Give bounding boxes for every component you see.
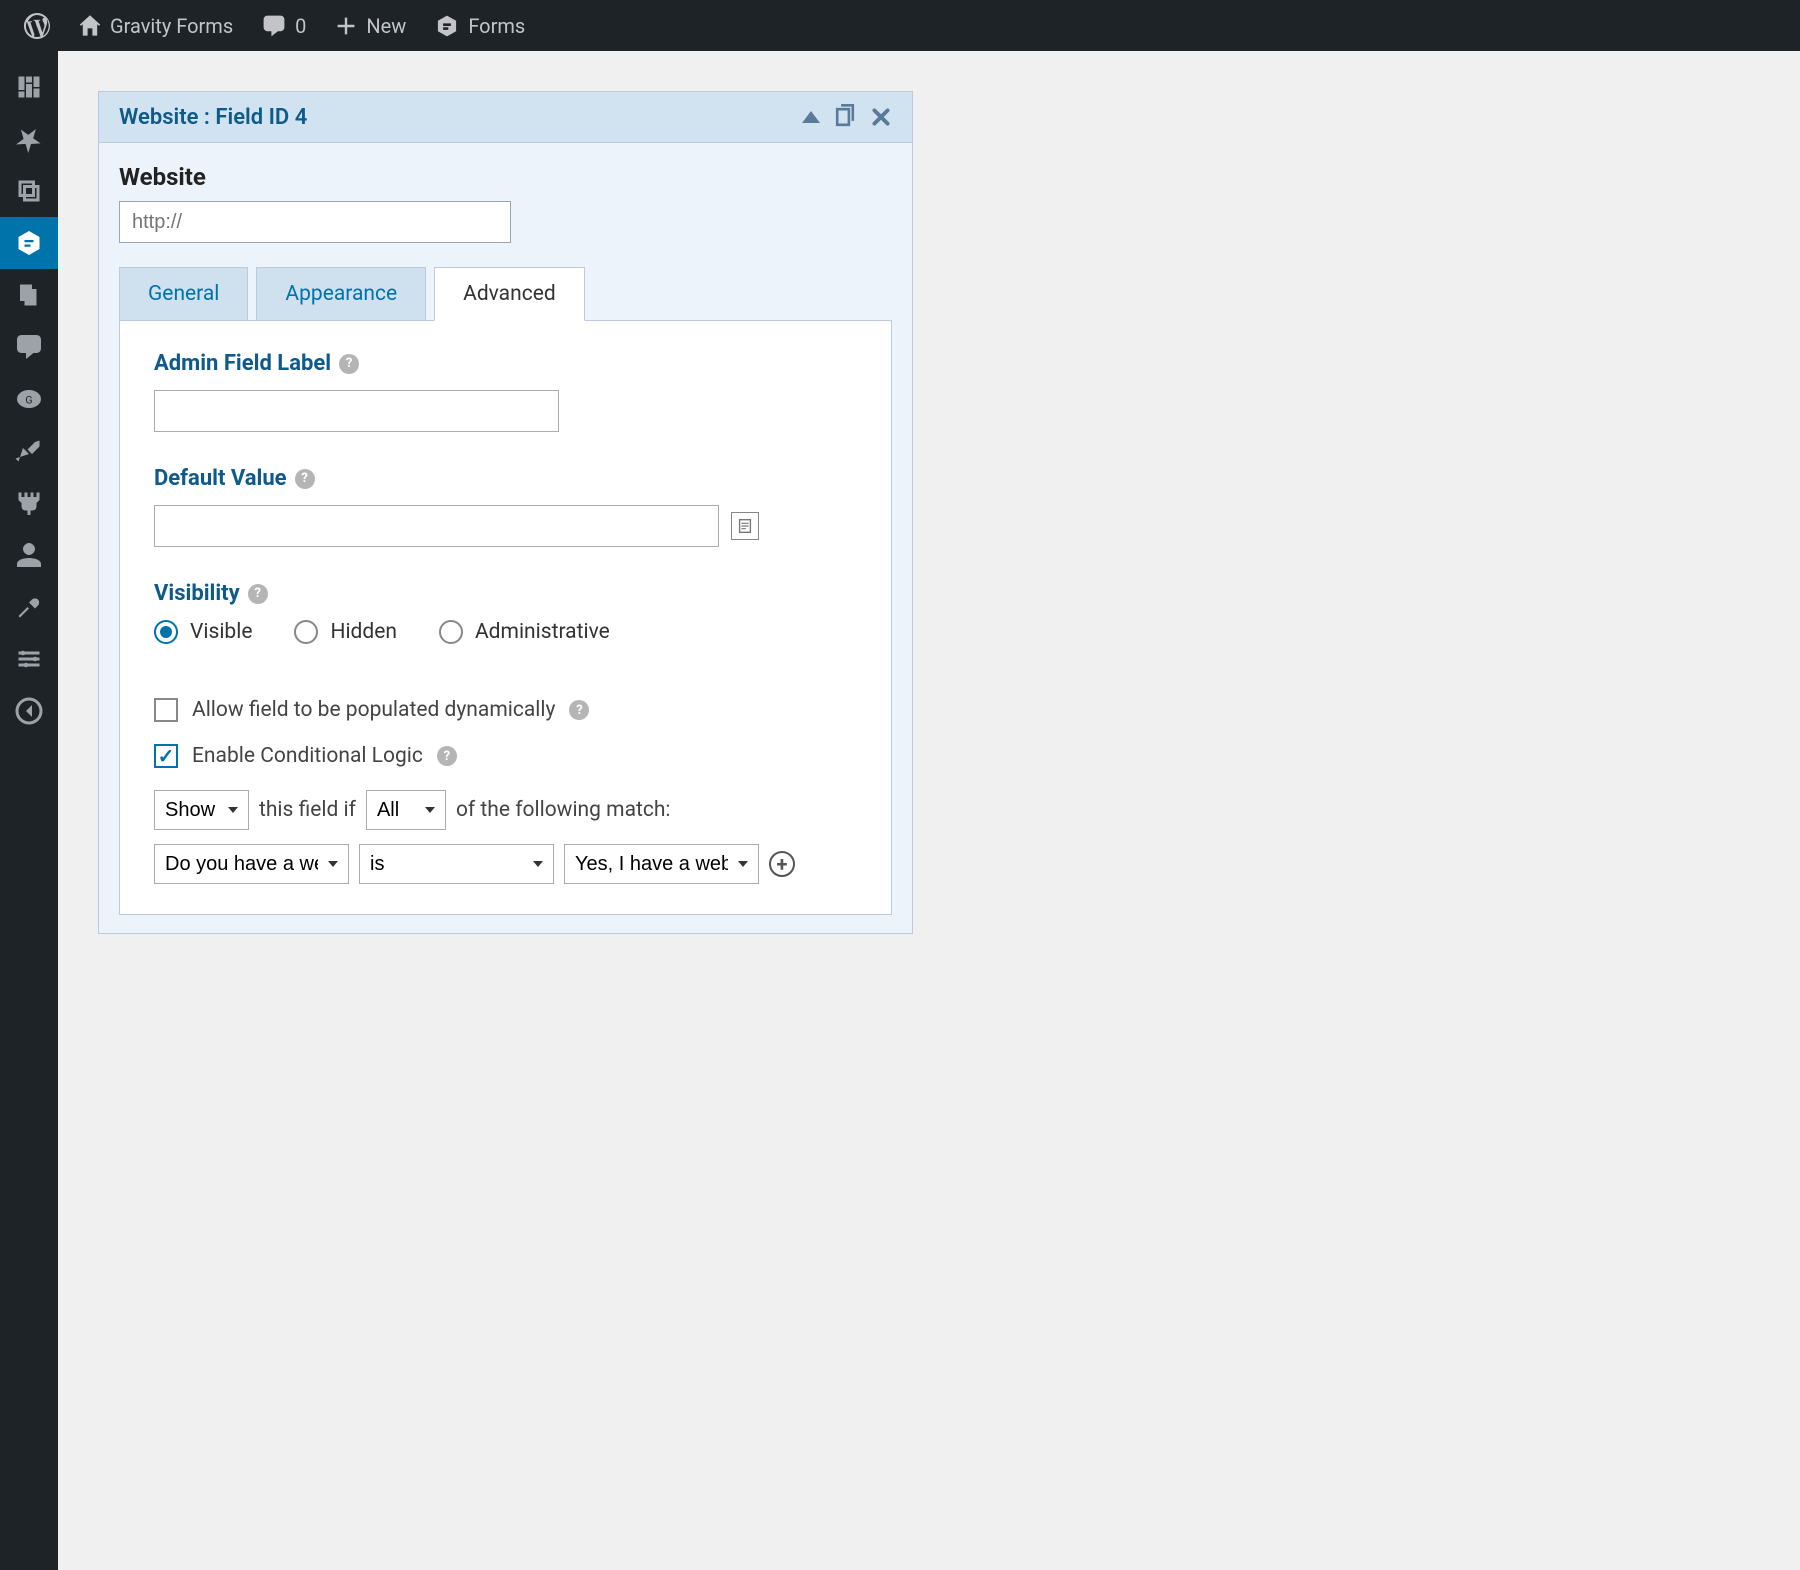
enable-conditional-checkbox[interactable]: ✓ (154, 744, 178, 768)
sidebar-dashboard[interactable] (0, 61, 58, 113)
sidebar-appearance[interactable] (0, 425, 58, 477)
help-icon[interactable]: ? (339, 354, 359, 374)
sidebar-comments[interactable] (0, 321, 58, 373)
field-header: Website : Field ID 4 (99, 92, 912, 143)
field-preview: Website (99, 143, 912, 267)
field-panel: Website : Field ID 4 Website General App… (98, 91, 913, 934)
new-link[interactable]: New (320, 0, 420, 51)
help-icon[interactable]: ? (569, 700, 589, 720)
tab-appearance[interactable]: Appearance (256, 267, 426, 321)
logic-match-select[interactable]: All (366, 790, 446, 830)
help-icon[interactable]: ? (295, 469, 315, 489)
plus-icon (334, 14, 358, 38)
tab-general[interactable]: General (119, 267, 248, 321)
tab-content: Admin Field Label ? Default Value ? (119, 320, 892, 915)
default-value-heading: Default Value ? (154, 466, 857, 491)
visibility-visible[interactable]: Visible (154, 620, 252, 644)
new-label: New (366, 14, 406, 38)
url-preview-input[interactable] (119, 201, 511, 243)
visibility-hidden[interactable]: Hidden (294, 620, 397, 644)
visibility-heading: Visibility ? (154, 581, 857, 606)
site-name: Gravity Forms (110, 14, 233, 38)
rule-value-select[interactable]: Yes, I have a website (564, 844, 759, 884)
logic-rule: Do you have a website? is Yes, I have a … (154, 844, 857, 884)
sidebar-posts[interactable] (0, 113, 58, 165)
help-icon[interactable]: ? (248, 584, 268, 604)
site-home-link[interactable]: Gravity Forms (64, 0, 247, 51)
sidebar-settings[interactable] (0, 633, 58, 685)
sidebar-tools[interactable] (0, 581, 58, 633)
sidebar-gravity[interactable]: G (0, 373, 58, 425)
tab-advanced[interactable]: Advanced (434, 267, 585, 321)
collapse-icon[interactable] (802, 110, 820, 124)
logic-sentence: Show this field if All of the following … (154, 790, 857, 830)
sidebar-users[interactable] (0, 529, 58, 581)
help-icon[interactable]: ? (437, 746, 457, 766)
allow-dynamic-row[interactable]: Allow field to be populated dynamically … (154, 698, 857, 722)
duplicate-icon[interactable] (832, 104, 858, 130)
admin-label-input[interactable] (154, 390, 559, 432)
sidebar-collapse[interactable] (0, 685, 58, 737)
comments-count: 0 (295, 14, 306, 38)
wp-logo-icon[interactable] (10, 0, 64, 51)
svg-text:G: G (25, 394, 32, 407)
forms-link[interactable]: Forms (420, 0, 539, 51)
enable-conditional-row[interactable]: ✓ Enable Conditional Logic ? (154, 744, 857, 768)
admin-label-heading: Admin Field Label ? (154, 351, 857, 376)
sidebar-forms[interactable] (0, 217, 58, 269)
rule-field-select[interactable]: Do you have a website? (154, 844, 349, 884)
admin-sidebar: G (0, 51, 58, 1570)
admin-bar: Gravity Forms 0 New Forms (0, 0, 1800, 51)
visibility-administrative[interactable]: Administrative (439, 620, 610, 644)
sidebar-plugins[interactable] (0, 477, 58, 529)
forms-label: Forms (468, 14, 525, 38)
tabs: General Appearance Advanced (119, 267, 892, 321)
merge-tags-button[interactable] (731, 512, 759, 540)
home-icon (78, 14, 102, 38)
forms-icon (434, 13, 460, 39)
field-preview-label: Website (119, 163, 892, 191)
logic-action-select[interactable]: Show (154, 790, 249, 830)
add-rule-button[interactable]: + (769, 851, 795, 877)
rule-operator-select[interactable]: is (359, 844, 554, 884)
sidebar-media[interactable] (0, 165, 58, 217)
comments-link[interactable]: 0 (247, 0, 320, 51)
default-value-input[interactable] (154, 505, 719, 547)
sidebar-pages[interactable] (0, 269, 58, 321)
allow-dynamic-checkbox[interactable] (154, 698, 178, 722)
field-header-title: Website : Field ID 4 (119, 105, 307, 130)
comment-icon (261, 13, 287, 39)
delete-icon[interactable] (870, 106, 892, 128)
